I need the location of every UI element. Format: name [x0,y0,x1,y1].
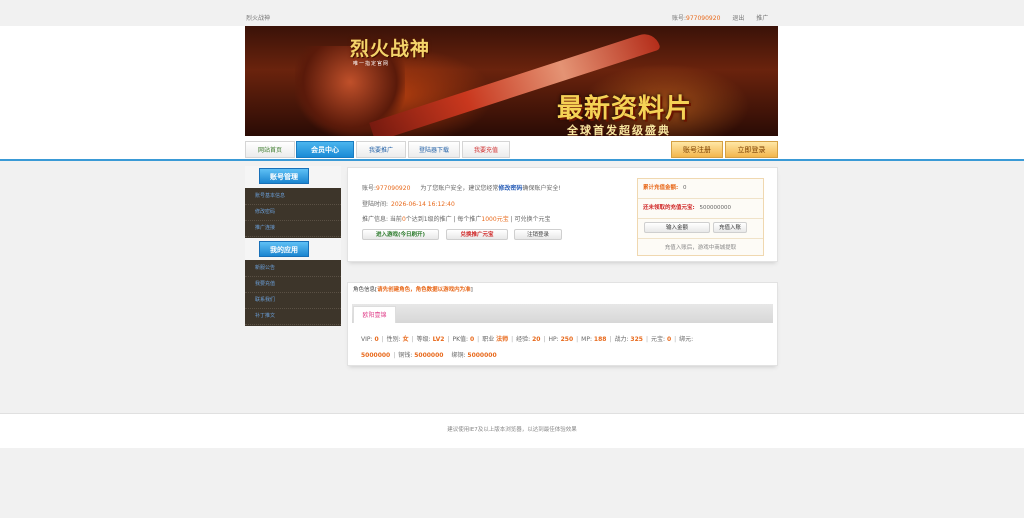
logout-link[interactable]: 退出 [732,15,744,22]
sidebar: 账号管理 账号基本信息 修改密码 推广连接 我的应用 新服公告 我要充值 联系我… [245,166,341,326]
sidebar-app-list: 新服公告 我要充值 联系我们 补丁推文 [245,260,341,326]
security-suffix: 确保账户安全! [522,185,561,192]
security-prefix: 为了您账户安全，建议您经常 [420,185,499,192]
yuanbao-value: 0 [666,336,672,343]
account-value: 977090920 [376,185,411,192]
recharge-actions-row: 输入金额 充值入账 [638,219,763,239]
nav-divider [0,159,1024,161]
power-value: 325 [630,336,643,343]
promo-suffix: | 可兑换个元宝 [508,216,551,223]
sidebar-item-contact[interactable]: 联系我们 [245,293,341,309]
level-label: 等级: [416,336,431,343]
role-stats-line1: VIP: 0 | 性别: 女 | 等级: LV2 | PK值: 0 | 职业 法师 | 经验: 20… [361,336,694,343]
total-recharge-row: 累计充值金额: 0 [638,179,763,199]
sidebar-item-change-password[interactable]: 修改密码 [245,205,341,221]
logout-button[interactable]: 注销登录 [514,229,562,240]
power-label: 战力: [614,336,629,343]
tab-member-center[interactable]: 会员中心 [296,141,354,158]
mp-label: MP: [581,336,592,343]
login-button[interactable]: 立即登录 [725,141,778,158]
vip-value: 0 [374,336,379,343]
top-bar [0,0,1024,26]
exp-label: 经验: [516,336,531,343]
footer-text: 建议使用IE7及以上版本浏览器，以达到最佳体验效果 [447,427,577,433]
sidebar-head-apps: 我的应用 [259,241,309,257]
tab-promote[interactable]: 我要推广 [356,141,406,158]
top-right-links: 账号:977090920 退出 推广 [672,13,768,22]
login-time-line: 登陆时间: 2026-06-14 16:12:40 [362,199,455,208]
login-time-label: 登陆时间: [362,201,389,208]
mp-value: 188 [593,336,607,343]
pk-value: 0 [469,336,475,343]
change-password-link[interactable]: 修改密码 [498,185,522,192]
banner-headline: 最新资料片 [557,94,693,124]
promo-amount: 1000元宝 [481,216,509,223]
tab-download[interactable]: 登陆器下载 [408,141,460,158]
gender-value: 女 [402,336,409,343]
bindcopper-label: 绑铜: [451,352,466,359]
bind-value: 5000000 [361,352,391,359]
promo-mid: 个达到1级的推广 | 每个推广 [405,216,482,223]
role-tab-bar [352,304,773,323]
sidebar-item-account-info[interactable]: 账号基本信息 [245,189,341,205]
account-label: 账号: [672,15,687,22]
copper-label: 铜钱: [398,352,413,359]
hp-value: 250 [560,336,574,343]
input-amount-button[interactable]: 输入金额 [644,222,710,233]
sidebar-item-recharge[interactable]: 我要充值 [245,277,341,293]
recharge-box: 累计充值金额: 0 还未领取的充值元宝: 500000000 输入金额 充值入账… [637,178,764,256]
promo-info-line: 推广信息: 当前0个达到1级的推广 | 每个推广1000元宝 | 可兑换个元宝 [362,214,551,223]
vip-label: VIP: [361,336,373,343]
exchange-promo-button[interactable]: 兑换推广元宝 [446,229,508,240]
enter-game-button[interactable]: 进入游戏(今日刷开) [362,229,439,240]
site-name: 烈火战神 [246,15,271,22]
sidebar-item-patch[interactable]: 补丁推文 [245,309,341,325]
promote-link[interactable]: 推广 [756,15,768,22]
sidebar-account-list: 账号基本信息 修改密码 推广连接 [245,188,341,238]
role-hint-text: 角色信息[请先创建角色，角色数据以游戏内为准] [353,287,473,293]
unclaimed-label: 还未领取的充值元宝: [643,205,695,211]
banner-subline: 全球首发超级盛典 [567,124,671,136]
unclaimed-value: 500000000 [699,205,731,211]
account-security-line: 账号:977090920 为了您账户安全，建议您经常修改密码确保账户安全! [362,183,561,192]
job-value: 法师 [496,336,509,343]
bindcopper-value: 5000000 [467,352,497,359]
job-label: 职业 [482,336,495,343]
register-button[interactable]: 账号注册 [671,141,723,158]
bind-label: 绑元: [679,336,694,343]
copper-value: 5000000 [414,352,444,359]
yuanbao-label: 元宝: [650,336,666,343]
game-logo: 烈火战神 [350,38,431,60]
sidebar-item-server-news[interactable]: 新服公告 [245,261,341,277]
sidebar-item-promo-link[interactable]: 推广连接 [245,221,341,237]
banner: 烈火战神 唯一指定官网 最新资料片 全球首发超级盛典 [245,26,778,136]
login-time-value: 2026-06-14 16:12:40 [391,201,455,208]
exp-value: 20 [532,336,541,343]
total-recharge-value: 0 [682,185,687,191]
level-value: LV2 [432,336,445,343]
account-label: 账号: [362,185,377,192]
total-recharge-label: 累计充值金额: [643,185,679,191]
tab-recharge[interactable]: 我要充值 [462,141,510,158]
game-logo-sub: 唯一指定官网 [353,61,390,67]
role-tab[interactable]: 欧阳壹锦 [353,306,396,323]
recharge-note: 充值入账后，游戏中商城提取 [664,245,737,251]
sidebar-head-account: 账号管理 [259,168,309,184]
recharge-submit-button[interactable]: 充值入账 [713,222,747,233]
gender-label: 性别: [386,336,401,343]
unclaimed-row: 还未领取的充值元宝: 500000000 [638,199,763,219]
tab-home[interactable]: 网站首页 [245,141,295,158]
pk-label: PK值: [452,336,469,343]
hp-label: HP: [548,336,559,343]
account-value: 977090920 [686,15,721,22]
role-stats-line2: 5000000 | 铜钱: 5000000 绑铜: 5000000 [361,352,497,359]
role-hint: 角色信息[请先创建角色，角色数据以游戏内为准] [353,285,473,293]
promo-prefix: 推广信息: 当前 [362,216,402,223]
